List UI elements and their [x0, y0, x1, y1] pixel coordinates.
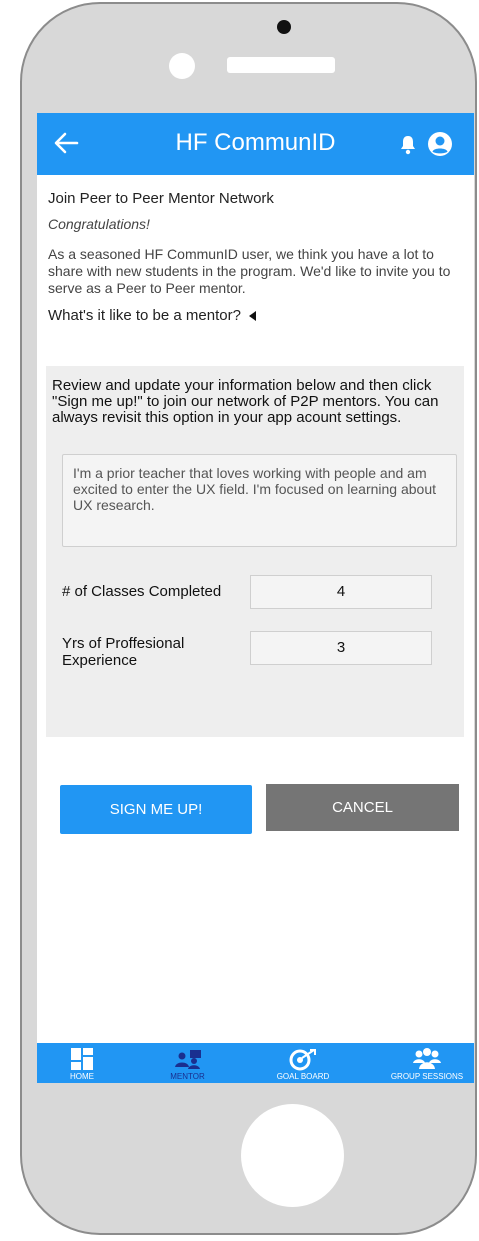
nav-goal-board-label: GOAL BOARD [276, 1072, 330, 1081]
nav-home[interactable]: HOME [37, 1043, 127, 1083]
intro-section: Join Peer to Peer Mentor Network Congrat… [48, 189, 468, 326]
nav-group-sessions-label: GROUP SESSIONS [390, 1072, 464, 1081]
goal-target-icon [289, 1049, 316, 1071]
bottom-navigation: HOME MENTOR GOAL BOARD GROUP SESSIONS [37, 1043, 474, 1083]
experience-input[interactable]: 3 [250, 631, 432, 665]
cancel-label: CANCEL [332, 799, 393, 816]
congrats-text: Congratulations! [48, 216, 150, 232]
nav-goal-board[interactable]: GOAL BOARD [253, 1043, 353, 1083]
nav-group-sessions[interactable]: GROUP SESSIONS [380, 1043, 474, 1083]
page-title: Join Peer to Peer Mentor Network [48, 190, 274, 207]
front-camera [277, 20, 291, 34]
classes-completed-input[interactable]: 4 [250, 575, 432, 609]
sign-me-up-button[interactable]: SIGN ME UP! [60, 785, 252, 834]
classes-completed-label: # of Classes Completed [62, 583, 222, 600]
mentor-icon [174, 1050, 201, 1069]
nav-home-label: HOME [70, 1072, 94, 1081]
app-screen: HF CommunID Join Peer to Peer Mentor Net… [37, 113, 474, 1083]
experience-label: Yrs of Proffesional Experience [62, 635, 185, 669]
mentor-info-label: What's it like to be a mentor? [48, 307, 241, 324]
proximity-sensor [169, 53, 195, 79]
mentor-form-panel: Review and update your information below… [46, 366, 464, 737]
caret-left-icon [248, 311, 256, 321]
nav-mentor-label: MENTOR [170, 1072, 205, 1081]
earpiece-speaker [227, 57, 335, 73]
home-button[interactable] [241, 1104, 344, 1207]
app-bar: HF CommunID [37, 113, 474, 175]
mentor-info-toggle[interactable]: What's it like to be a mentor? [48, 306, 468, 326]
bell-icon[interactable] [399, 135, 417, 155]
form-instructions: Review and update your information below… [52, 377, 439, 426]
intro-paragraph: As a seasoned HF CommunID user, we think… [48, 246, 451, 296]
cancel-button[interactable]: CANCEL [266, 784, 459, 831]
user-account-icon[interactable] [427, 131, 453, 157]
group-icon [413, 1048, 441, 1069]
home-grid-icon [71, 1048, 93, 1070]
nav-mentor[interactable]: MENTOR [145, 1043, 230, 1083]
bio-textarea[interactable]: I'm a prior teacher that loves working w… [62, 454, 457, 547]
